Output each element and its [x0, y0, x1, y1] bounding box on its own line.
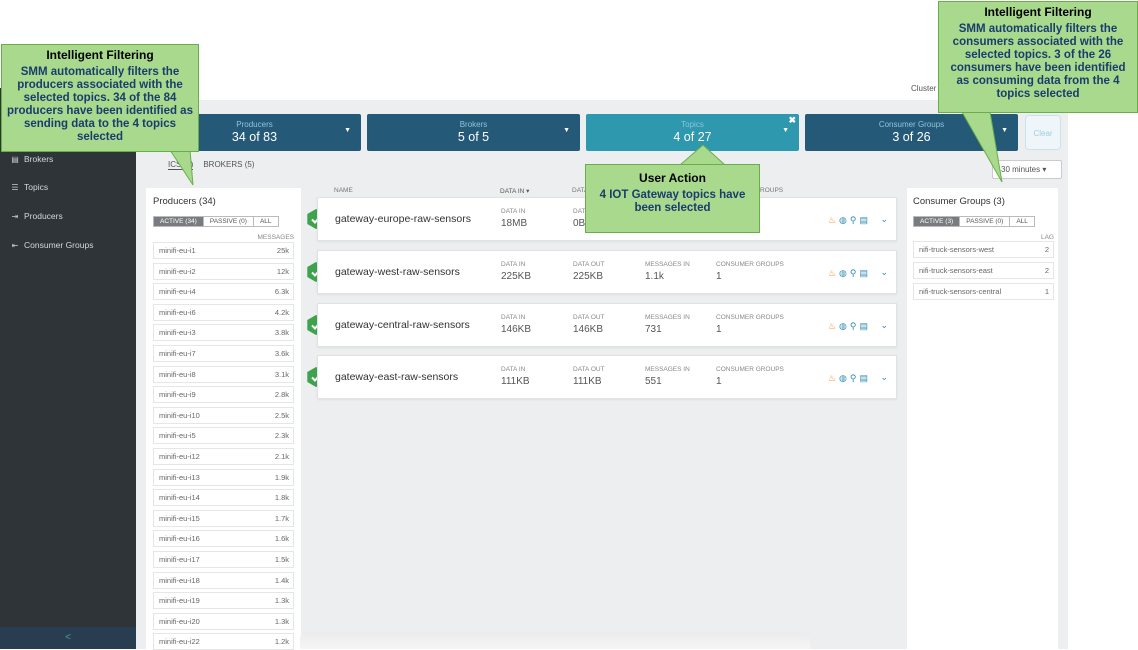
callout-body: 4 IOT Gateway topics have been selected [599, 189, 746, 214]
callout-producers: Intelligent Filtering SMM automatically … [1, 44, 199, 152]
callout-arrow-right [961, 111, 1003, 183]
callout-user-action: User Action 4 IOT Gateway topics have be… [585, 164, 760, 233]
callout-title: Intelligent Filtering [984, 5, 1092, 19]
callout-arrow-left [169, 149, 194, 186]
callout-body: SMM automatically filters the consumers … [950, 23, 1126, 100]
callout-title: Intelligent Filtering [46, 48, 154, 62]
callout-title: User Action [639, 171, 706, 185]
callout-consumers: Intelligent Filtering SMM automatically … [938, 1, 1138, 113]
callout-body: SMM automatically filters the producers … [7, 66, 193, 143]
callout-arrow-center [678, 144, 727, 166]
